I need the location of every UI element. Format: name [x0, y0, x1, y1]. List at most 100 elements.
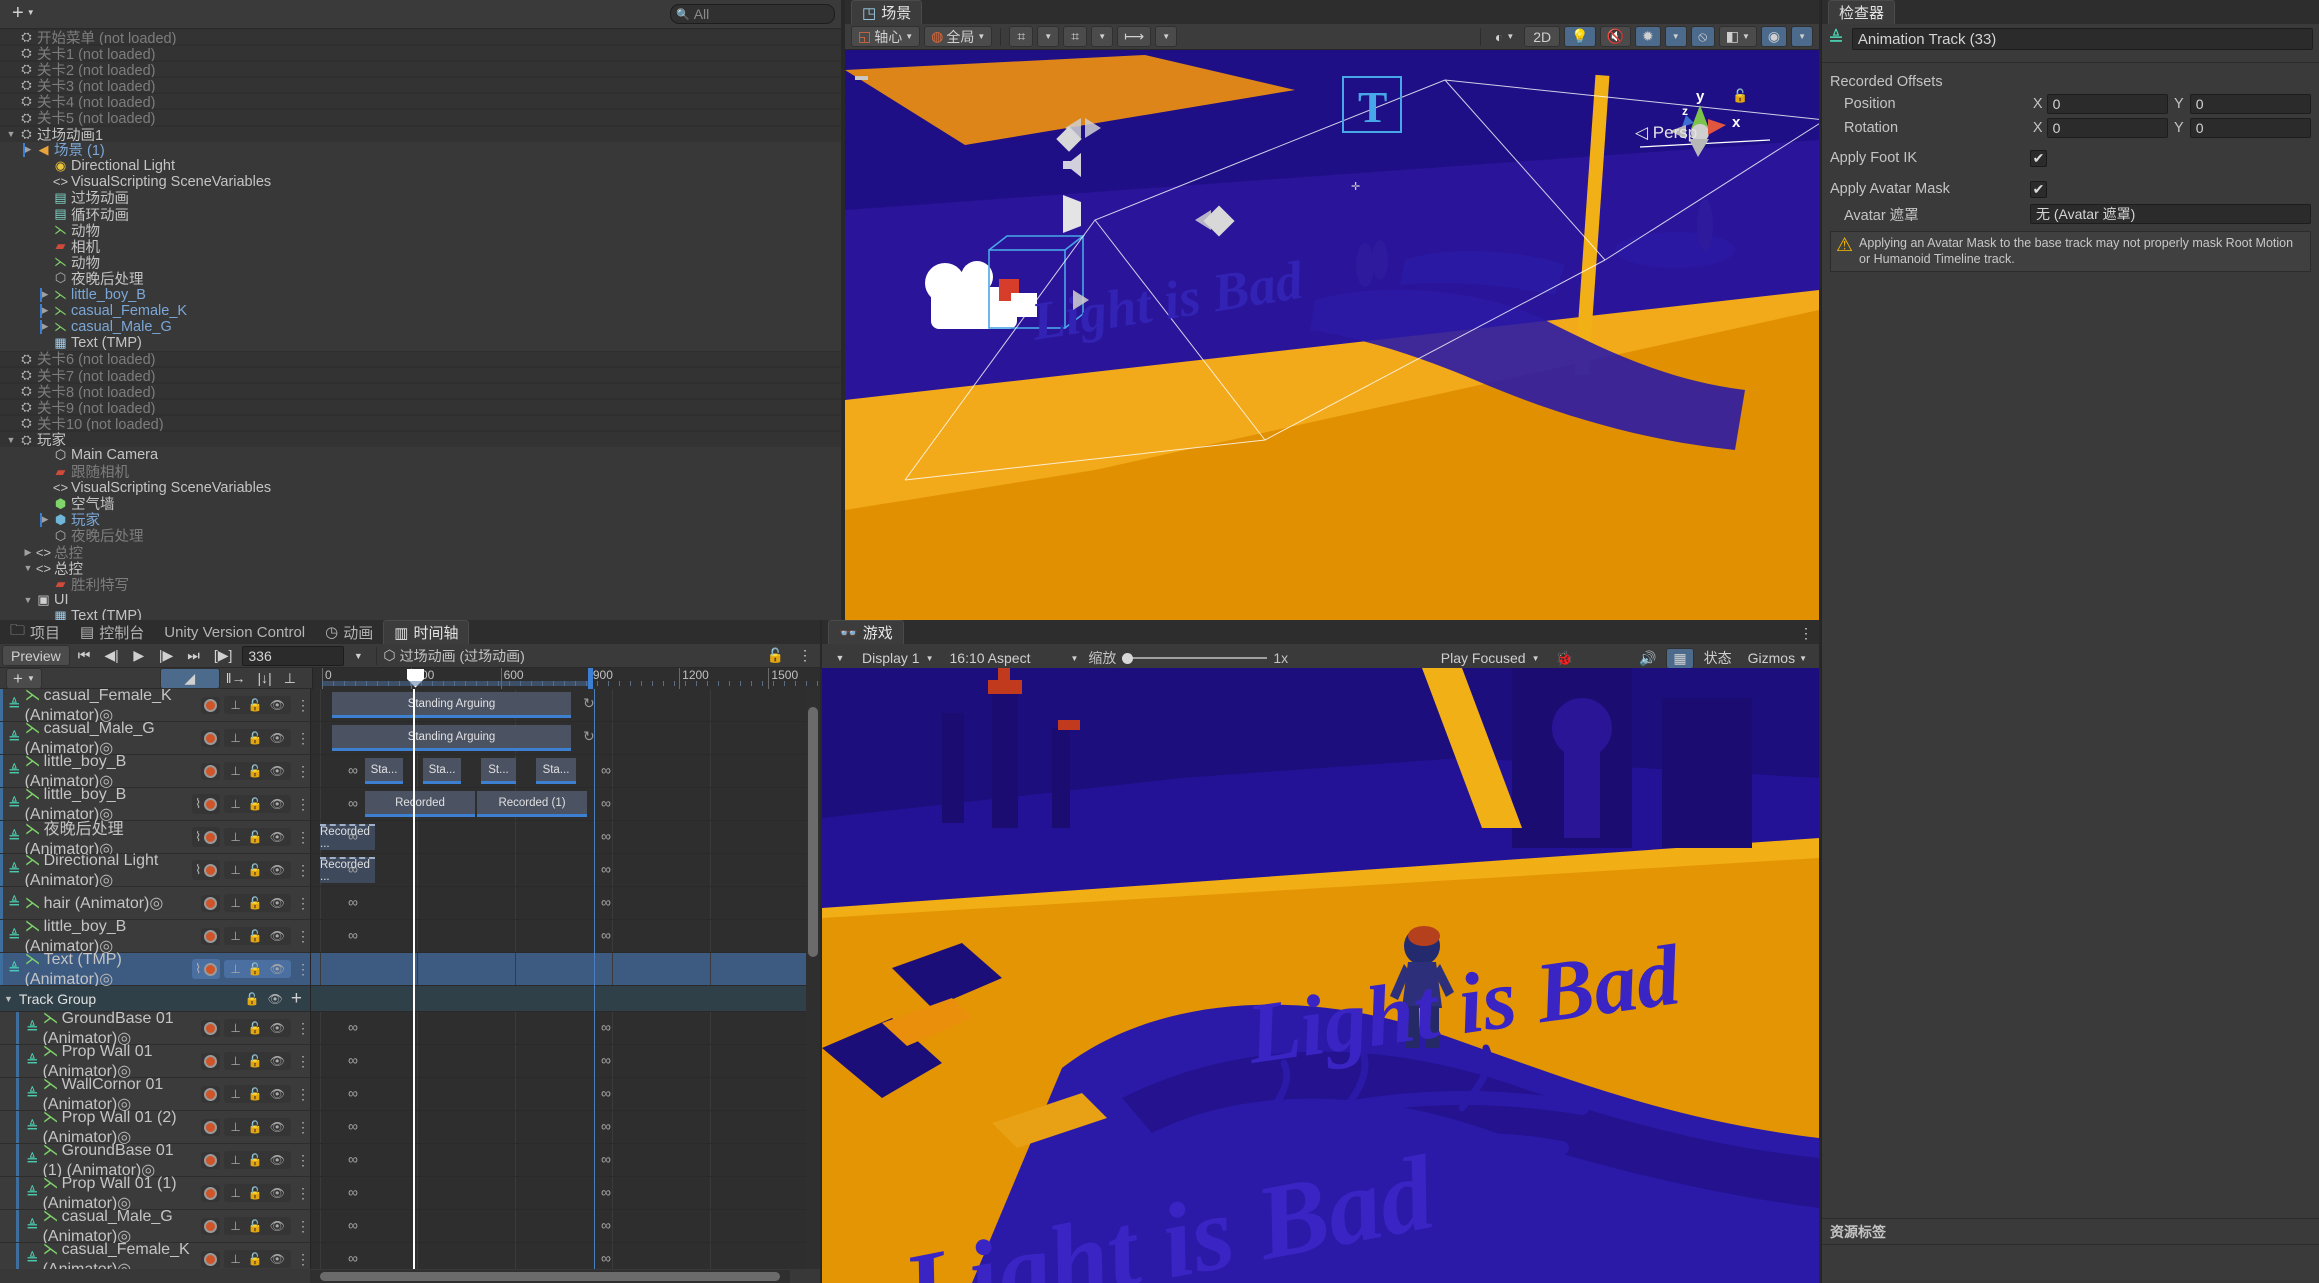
game-gizmos-button[interactable]: Gizmos ▼ — [1742, 648, 1813, 669]
eye-icon[interactable]: 👁 — [270, 1186, 285, 1200]
lock-icon[interactable]: 🔓 — [248, 929, 263, 943]
lock-icon[interactable]: 🔓 — [248, 863, 263, 877]
pin-icon[interactable]: ⊥ — [230, 698, 240, 712]
eye-icon[interactable]: 👁 — [270, 1153, 285, 1167]
hierarchy-row[interactable]: ▶ ⋋ casual_Female_K — [0, 303, 841, 319]
lock-icon[interactable]: 🔓 — [245, 992, 260, 1006]
eye-icon[interactable]: 👁 — [270, 764, 285, 778]
hierarchy-row[interactable]: ▶ ◀ 场景 (1) — [0, 142, 841, 159]
pin-icon[interactable]: ⊥ — [230, 1219, 240, 1233]
pin-icon[interactable]: ⊥ — [230, 1120, 240, 1134]
rotation-y-input[interactable]: 0 — [2189, 117, 2312, 138]
hierarchy-row[interactable]: ⬡ 夜晚后处理 — [0, 528, 841, 546]
timeline-clip[interactable]: Standing Arguing — [332, 692, 571, 718]
eye-icon[interactable]: 👁 — [270, 1054, 285, 1068]
frame-debugger-button[interactable]: 🐞 — [1550, 648, 1579, 669]
hierarchy-row[interactable]: ▤ 循环动画 — [0, 206, 841, 224]
aspect-dropdown[interactable]: 16:10 Aspect ▼ — [944, 648, 1085, 669]
record-button[interactable] — [204, 1087, 218, 1101]
record-button[interactable] — [204, 1021, 218, 1035]
track-menu-icon[interactable]: ⋮ — [296, 829, 310, 846]
eye-icon[interactable]: 👁 — [270, 731, 285, 745]
tab-Unity Version Control[interactable]: Unity Version Control — [154, 620, 316, 644]
hierarchy-row[interactable]: ▰ 相机 — [0, 238, 841, 256]
timeline-range-marker[interactable] — [588, 667, 593, 689]
avatar-mask-object-field[interactable]: 无 (Avatar 遮罩) — [2030, 204, 2311, 224]
timeline-ruler[interactable]: 0 300 600 900 1200 1500 — [312, 667, 820, 689]
eye-icon[interactable]: 👁 — [270, 863, 285, 877]
hidden-objects-button[interactable]: ⦸ — [1690, 26, 1715, 47]
timeline-clip[interactable]: Standing Arguing — [332, 725, 571, 751]
goto-start-button[interactable]: ⏮ — [72, 645, 97, 666]
track-menu-icon[interactable]: ⋮ — [296, 796, 310, 813]
track-lane[interactable]: Recorded ... ∞ ∞ — [310, 854, 820, 887]
preview-button[interactable]: Preview — [2, 645, 70, 666]
game-audio-button[interactable]: 🔊 — [1633, 648, 1662, 669]
hierarchy-row[interactable]: ▶ <> 总控 — [0, 544, 841, 562]
game-viewport[interactable]: Light is Bad Light is Bad — [822, 668, 1819, 1283]
chevron-down-icon[interactable]: ▼ — [21, 563, 35, 573]
next-key-button[interactable]: |▶ — [153, 645, 179, 666]
eye-icon[interactable]: 👁 — [270, 830, 285, 844]
position-y-input[interactable]: 0 — [2189, 93, 2312, 114]
curves-icon[interactable]: ⌇ — [195, 862, 201, 878]
pin-icon[interactable]: ⊥ — [230, 863, 240, 877]
hierarchy-row[interactable]: ◉ Directional Light — [0, 158, 841, 174]
apply-avatar-mask-checkbox[interactable]: ✔ — [2030, 180, 2047, 198]
eye-icon[interactable]: 👁 — [270, 1252, 285, 1266]
scale-snap-dropdown[interactable]: ▼ — [1155, 26, 1178, 47]
timeline-clip[interactable]: Sta... — [423, 758, 461, 784]
chevron-down-icon[interactable]: ▼ — [21, 595, 35, 605]
pin-icon[interactable]: ⊥ — [230, 1153, 240, 1167]
apply-foot-ik-checkbox[interactable]: ✔ — [2030, 149, 2047, 167]
eye-icon[interactable]: 👁 — [270, 929, 285, 943]
lock-icon[interactable]: 🔓 — [248, 1054, 263, 1068]
lock-icon[interactable]: 🔓 — [248, 698, 263, 712]
scene-viewport[interactable]: Light is Bad T ✛ y x z 🔓 ◁ Persp ▬ — [845, 50, 1819, 620]
lock-icon[interactable]: 🔓 — [248, 896, 263, 910]
track-lane[interactable]: ∞ ∞ — [310, 1012, 820, 1045]
display-dropdown[interactable]: Display 1 ▼ — [856, 648, 940, 669]
global-toggle-button[interactable]: ◍ 全局 ▼ — [924, 26, 993, 47]
track-menu-icon[interactable]: ⋮ — [296, 1020, 310, 1037]
hierarchy-row[interactable]: ▶ ⋋ little_boy_B — [0, 287, 841, 303]
record-button[interactable] — [204, 962, 218, 976]
track-menu-icon[interactable]: ⋮ — [296, 1185, 310, 1202]
pin-icon[interactable]: ⊥ — [230, 896, 240, 910]
track-name-field[interactable]: ⋋ Text (TMP) (Animator)◎ — [25, 949, 188, 989]
eye-icon[interactable]: 👁 — [270, 896, 285, 910]
lock-icon[interactable]: 🔓 — [248, 1087, 263, 1101]
game-scale-slider[interactable]: 缩放 1x — [1088, 648, 1288, 668]
pin-icon[interactable]: ⊥ — [230, 797, 240, 811]
eye-icon[interactable]: 👁 — [268, 992, 283, 1006]
track-lane[interactable]: ∞ ∞ — [310, 1210, 820, 1243]
tab-时间轴[interactable]: ▥ 时间轴 — [383, 620, 470, 644]
eye-icon[interactable]: 👁 — [270, 797, 285, 811]
track-lane[interactable]: Standing Arguing ↻ — [310, 722, 820, 755]
record-button[interactable] — [204, 1120, 218, 1134]
track-menu-icon[interactable]: ⋮ — [296, 1119, 310, 1136]
track-menu-icon[interactable]: ⋮ — [296, 1053, 310, 1070]
track-menu-icon[interactable]: ⋮ — [296, 730, 310, 747]
play-range-button[interactable]: [▶] — [208, 645, 239, 666]
hierarchy-row[interactable]: ▼ ⛭ 过场动画1 — [0, 125, 841, 144]
timeline-clip[interactable]: Recorded — [365, 791, 475, 817]
pin-icon[interactable]: ⊥ — [230, 929, 240, 943]
record-button[interactable] — [204, 797, 218, 811]
eye-icon[interactable]: 👁 — [270, 698, 285, 712]
frame-input[interactable]: 336 — [242, 645, 345, 666]
playhead-lock-button[interactable]: ⊥ — [278, 668, 302, 689]
lock-icon[interactable]: 🔓 — [248, 1021, 263, 1035]
object-picker-icon[interactable]: ◎ — [149, 895, 163, 912]
rotation-x-input[interactable]: 0 — [2046, 117, 2168, 138]
record-button[interactable] — [204, 1153, 218, 1167]
lock-icon[interactable]: 🔓 — [248, 1153, 263, 1167]
lock-icon[interactable]: 🔓 — [248, 764, 263, 778]
chevron-right-icon[interactable]: ▶ — [21, 547, 35, 558]
track-lane[interactable]: Recorded ... ∞ ∞ — [310, 821, 820, 854]
game-menu-button[interactable]: ⋮ — [1793, 623, 1819, 644]
lock-icon[interactable]: 🔓 — [248, 731, 263, 745]
hierarchy-row[interactable]: ▦ Text (TMP) — [0, 608, 841, 620]
add-track-to-group-icon[interactable]: + — [291, 989, 302, 1008]
pin-icon[interactable]: ⊥ — [230, 1054, 240, 1068]
